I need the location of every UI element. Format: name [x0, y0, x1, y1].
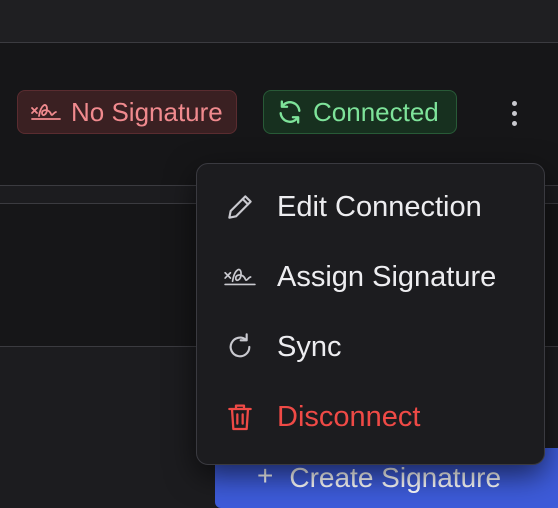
signature-off-icon: [31, 104, 61, 120]
trash-icon: [223, 400, 257, 434]
menu-item-label: Disconnect: [277, 400, 421, 433]
connected-label: Connected: [313, 96, 439, 127]
menu-item-edit-connection[interactable]: Edit Connection: [197, 172, 544, 242]
connected-badge: Connected: [263, 90, 457, 134]
top-row: [0, 0, 558, 42]
signature-icon: [223, 260, 257, 294]
menu-item-assign-signature[interactable]: Assign Signature: [197, 242, 544, 312]
no-signature-label: No Signature: [71, 96, 223, 127]
kebab-dot: [511, 120, 517, 126]
sync-icon: [279, 100, 301, 124]
more-actions-button[interactable]: [496, 92, 532, 134]
menu-item-disconnect[interactable]: Disconnect: [197, 382, 544, 452]
kebab-dot: [511, 110, 517, 116]
actions-menu: Edit Connection Assign Signature Sync Di…: [196, 163, 545, 465]
refresh-icon: [223, 330, 257, 364]
menu-item-sync[interactable]: Sync: [197, 312, 544, 382]
no-signature-badge: No Signature: [17, 90, 237, 134]
menu-item-label: Assign Signature: [277, 260, 497, 293]
create-signature-label: Create Signature: [289, 462, 502, 493]
kebab-dot: [511, 100, 517, 106]
plus-icon: +: [257, 460, 274, 491]
pencil-icon: [223, 190, 257, 224]
menu-item-label: Edit Connection: [277, 190, 482, 223]
menu-item-label: Sync: [277, 330, 342, 363]
